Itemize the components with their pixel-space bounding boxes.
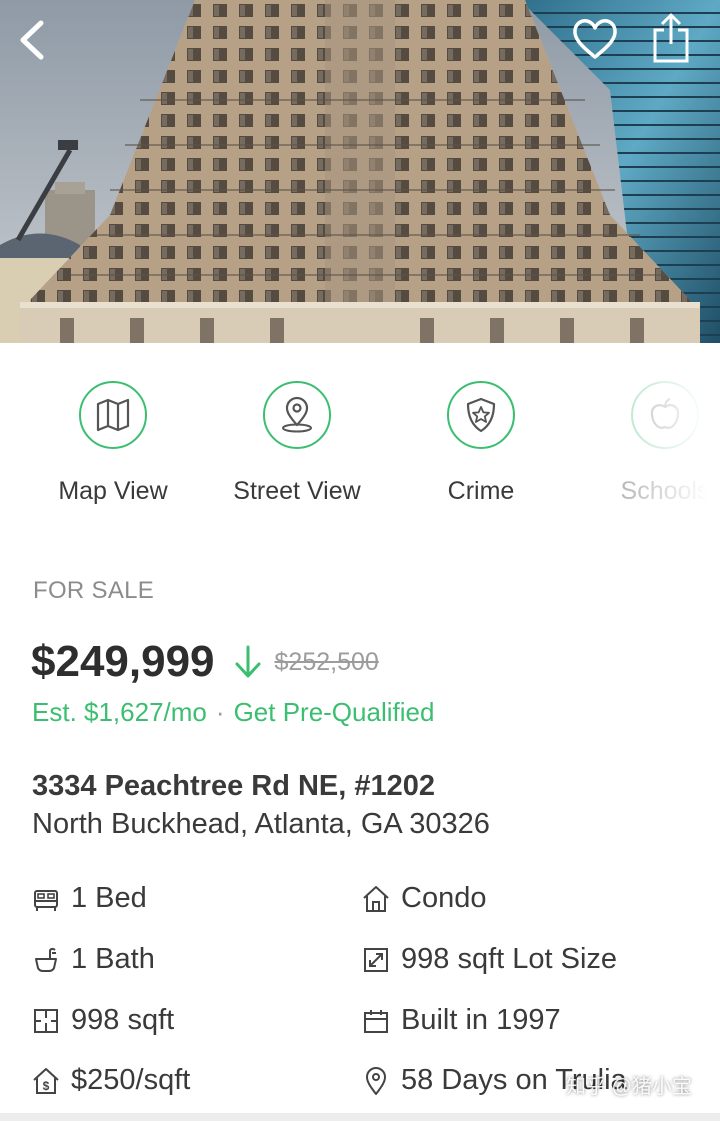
listing-photo[interactable]	[0, 0, 720, 343]
shield-star-icon-circle	[447, 381, 515, 449]
map-icon-circle	[79, 381, 147, 449]
fact-beds: 1 Bed	[31, 882, 147, 915]
map-view-label: Map View	[58, 477, 168, 505]
crime-label: Crime	[447, 477, 515, 505]
fact-price-per-sqft: $ $250/sqft	[31, 1064, 190, 1097]
area-value: 998 sqft	[71, 1004, 175, 1036]
fact-type: Condo	[361, 882, 486, 915]
previous-price: $252,500	[274, 647, 379, 676]
fact-built: Built in 1997	[361, 1004, 561, 1037]
bath-icon	[31, 945, 61, 975]
schools-button[interactable]: Schools	[573, 381, 720, 506]
share-icon	[653, 13, 689, 63]
crime-button[interactable]: Crime	[389, 381, 573, 506]
built-value: Built in 1997	[401, 1004, 561, 1036]
price-row: $249,999 $252,500	[31, 637, 379, 687]
location-pin-icon	[282, 396, 312, 433]
floor-plan-icon	[31, 1006, 61, 1036]
separator-dot: ·	[215, 697, 225, 727]
map-view-button[interactable]: Map View	[21, 381, 205, 506]
bottom-divider	[0, 1113, 720, 1121]
listing-price: $249,999	[31, 637, 215, 686]
beds-value: 1 Bed	[71, 882, 147, 914]
back-button[interactable]	[8, 14, 56, 66]
bed-icon	[31, 884, 61, 914]
house-icon	[361, 884, 391, 914]
expand-icon	[361, 945, 391, 975]
price-per-sqft-value: $250/sqft	[71, 1064, 191, 1096]
heart-outline-icon	[573, 19, 617, 59]
estimate-row: Est. $1,627/mo · Get Pre-Qualified	[32, 697, 434, 728]
apple-icon-circle	[631, 381, 699, 449]
get-prequalified-link[interactable]: Get Pre-Qualified	[234, 697, 435, 727]
house-dollar-icon: $	[31, 1066, 61, 1096]
shield-star-icon	[466, 397, 496, 433]
favorite-button[interactable]	[568, 12, 622, 66]
baths-value: 1 Bath	[71, 943, 155, 975]
arrow-down-icon	[233, 644, 263, 680]
fact-area: 998 sqft	[31, 1004, 174, 1037]
address-line-2: North Buckhead, Atlanta, GA 30326	[32, 808, 490, 840]
street-view-label: Street View	[233, 477, 361, 505]
schools-label: Schools	[620, 477, 710, 505]
fact-baths: 1 Bath	[31, 943, 155, 976]
calendar-icon	[361, 1006, 391, 1036]
address-line-1: 3334 Peachtree Rd NE, #1202	[32, 770, 436, 802]
street-view-button[interactable]: Street View	[205, 381, 389, 506]
lot-size-value: 998 sqft Lot Size	[401, 943, 618, 975]
listing-status: FOR SALE	[33, 577, 155, 604]
apple-icon	[650, 398, 680, 429]
map-icon	[96, 398, 130, 432]
share-button[interactable]	[642, 8, 700, 68]
svg-text:$: $	[43, 1079, 50, 1093]
map-pin-icon	[361, 1066, 391, 1096]
quick-actions: Map View Street View Crime Schools	[0, 343, 720, 533]
chevron-left-icon	[20, 20, 44, 60]
location-pin-icon-circle	[263, 381, 331, 449]
monthly-estimate-link[interactable]: Est. $1,627/mo	[32, 697, 207, 727]
watermark: 知乎 @猪小宝	[566, 1076, 692, 1098]
fact-lot-size: 998 sqft Lot Size	[361, 943, 617, 976]
type-value: Condo	[401, 882, 487, 914]
